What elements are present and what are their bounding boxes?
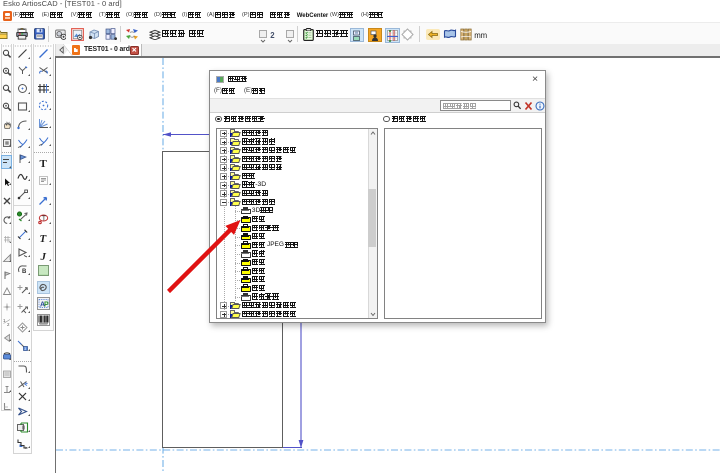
svg-text:2: 2 xyxy=(7,322,10,326)
svg-text:T: T xyxy=(39,158,47,169)
svg-text:T: T xyxy=(41,215,46,222)
svg-text:B: B xyxy=(22,269,27,275)
svg-text:P: P xyxy=(44,301,49,308)
svg-text:T: T xyxy=(39,233,47,244)
svg-text:3: 3 xyxy=(24,347,26,351)
svg-text:J: J xyxy=(39,251,46,262)
